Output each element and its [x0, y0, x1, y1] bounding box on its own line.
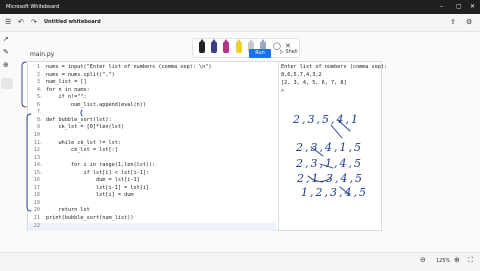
title-bar: Microsoft Whiteboard – ▢ ✕	[0, 0, 480, 14]
line-code: def bubble_sort(lst):	[46, 116, 112, 123]
pen-icon[interactable]: ✎	[3, 48, 9, 56]
line-number: 3	[36, 79, 40, 86]
settings-icon[interactable]: ⚙	[466, 18, 472, 26]
shell-output[interactable]: Enter list of numbers (comma sep): 8,6,5,…	[278, 61, 387, 231]
magenta-pen[interactable]	[223, 42, 229, 53]
tab-label: main.py	[30, 51, 55, 58]
line-number: 21	[33, 215, 40, 221]
code-editor[interactable]: 1 nums = input("Enter list of numbers (co…	[27, 61, 279, 231]
line-number: 11	[33, 139, 40, 146]
shell-line: [2, 3, 4, 5, 6, 7, 8]	[281, 80, 347, 86]
line-code: if lst[i] < lst[i-1]:	[46, 169, 150, 176]
line-number: 5	[36, 94, 40, 101]
line-code: print(bubble_sort(num_list))	[46, 215, 134, 221]
line-code: ck_lst = lst[:]	[46, 147, 118, 154]
line-number: 10	[33, 131, 40, 138]
left-tool-rail: ➚ ✎ ⊕	[0, 31, 14, 270]
line-number: 20	[33, 207, 40, 214]
zoom-level: 125%	[436, 258, 451, 264]
fold-marker-icon[interactable]: ▾	[40, 163, 43, 167]
line-number: 14	[33, 162, 40, 169]
line-number: 19	[33, 199, 40, 206]
line-code: for i in range(1,len(lst)):	[46, 162, 156, 169]
tab-shell[interactable]: ▷ Shell	[280, 49, 298, 55]
menu-icon[interactable]: ☰	[5, 18, 11, 26]
line-number: 8	[36, 116, 40, 123]
black-pen[interactable]	[199, 42, 205, 53]
close-icon[interactable]: ✕	[470, 3, 475, 10]
line-code: nums = nums.split(",")	[46, 71, 115, 78]
active-tool-highlight	[1, 78, 13, 89]
zoom-out-icon[interactable]: ⊖	[420, 256, 426, 264]
line-number: 18	[33, 192, 40, 199]
line-code: ck_lst = [0]*len(lst)	[46, 124, 125, 131]
redo-icon[interactable]: ↷	[31, 18, 37, 26]
line-number: 6	[36, 101, 40, 108]
line-number: 16	[33, 177, 40, 184]
add-icon[interactable]: ⊕	[3, 61, 9, 69]
shell-line: 8,6,5,7,4,3,2	[281, 72, 322, 78]
fold-marker-icon[interactable]: ▾	[40, 118, 43, 122]
line-code: while ck_lst != lst:	[46, 139, 121, 146]
shell-line: Enter list of numbers (comma sep):	[281, 64, 388, 70]
line-number: 13	[33, 154, 40, 161]
shell-label: Shell	[285, 49, 298, 55]
maximize-icon[interactable]: ▢	[456, 3, 462, 10]
undo-icon[interactable]: ↶	[18, 18, 24, 26]
status-bar: ⊖ 125% ⊕ ⛶	[0, 252, 480, 271]
pen-palette: ◯ ✕	[192, 38, 300, 58]
minimize-icon[interactable]: –	[440, 3, 443, 10]
line-number: 9	[36, 124, 40, 131]
line-code: num_list.append(eval(n))	[46, 101, 146, 108]
line-code: if n!="":	[46, 94, 87, 101]
line-code: for n in nums:	[46, 86, 90, 93]
bracket-input-block	[21, 61, 27, 108]
select-icon[interactable]: ➚	[3, 35, 9, 43]
yellow-highlighter[interactable]	[236, 42, 242, 53]
share-icon[interactable]: ⇪	[450, 18, 456, 26]
window-title: Microsoft Whiteboard	[6, 4, 60, 10]
tab-main-py[interactable]: main.py	[30, 51, 74, 61]
fold-marker-icon[interactable]: ▾	[40, 88, 43, 92]
line-number: 2	[36, 71, 40, 78]
app-toolbar: ☰ ↶ ↷ Untitled whiteboard ⌄ ⇪ ⚙	[0, 14, 480, 32]
line-number: 12	[33, 147, 40, 154]
line-code: nums = input("Enter list of numbers (com…	[46, 64, 212, 70]
line-code: num_list = []	[46, 79, 87, 86]
fit-screen-icon[interactable]: ⛶	[468, 256, 473, 265]
fold-marker-icon[interactable]: ▾	[40, 171, 43, 175]
line-code: return lst	[46, 207, 90, 214]
line-code: dum = lst[i-1]	[46, 177, 140, 184]
run-button[interactable]: Run	[249, 49, 271, 58]
line-code: lst[i] = dum	[46, 192, 134, 199]
shell-line: >	[281, 88, 285, 94]
line-number: 22	[33, 222, 40, 229]
chevron-down-icon[interactable]: ⌄	[91, 19, 95, 25]
code-line[interactable]: 22	[28, 222, 276, 231]
line-number: 4	[36, 86, 40, 93]
line-number: 7	[36, 109, 40, 116]
navy-pen[interactable]	[211, 42, 217, 53]
zoom-in-icon[interactable]: ⊕	[454, 256, 460, 264]
line-number: 17	[33, 184, 40, 191]
line-number: 15	[33, 169, 40, 176]
fold-marker-icon[interactable]: ▾	[40, 141, 43, 145]
line-number: 1	[36, 64, 40, 70]
fold-marker-icon[interactable]: ▾	[40, 95, 43, 99]
line-code: lst[i-1] = lst[i]	[46, 184, 150, 191]
